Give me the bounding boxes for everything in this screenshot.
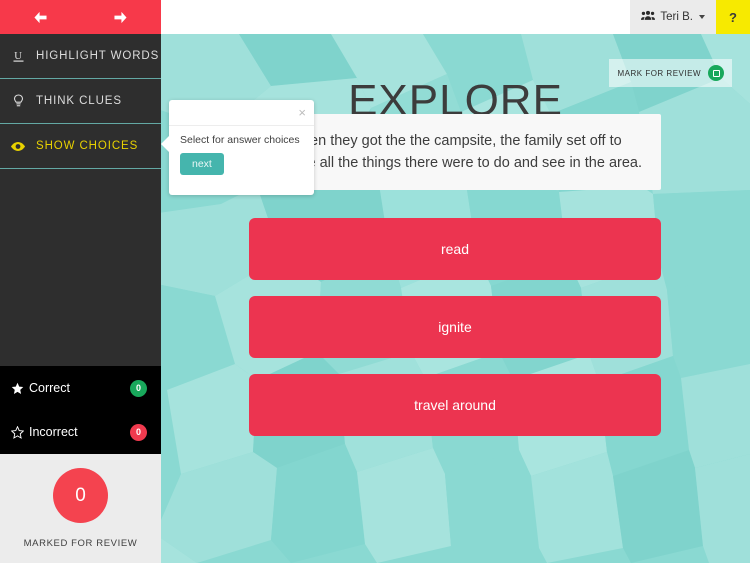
popover-text: Select for answer choices bbox=[180, 134, 300, 146]
sidebar: U HIGHLIGHT WORDS THINK CLUES SHOW CHOIC… bbox=[0, 0, 161, 563]
user-menu[interactable]: Teri B. bbox=[630, 0, 716, 34]
status-badge: 0 bbox=[130, 423, 147, 441]
app-root: U HIGHLIGHT WORDS THINK CLUES SHOW CHOIC… bbox=[0, 0, 750, 563]
sidebar-item-label: SHOW CHOICES bbox=[36, 140, 139, 152]
back-button[interactable] bbox=[0, 0, 81, 34]
arrow-left-icon bbox=[33, 11, 48, 24]
question-text: When they got the the campsite, the fami… bbox=[267, 132, 643, 171]
answer-choices: read ignite travel around bbox=[249, 218, 661, 436]
navigation-bar bbox=[0, 0, 161, 34]
score-stats: Correct 0 Incorrect 0 bbox=[0, 366, 161, 454]
answer-choice-travel-around[interactable]: travel around bbox=[249, 374, 661, 436]
star-filled-icon bbox=[11, 382, 29, 395]
chevron-down-icon bbox=[699, 15, 705, 19]
sidebar-item-highlight-words[interactable]: U HIGHLIGHT WORDS bbox=[0, 34, 161, 79]
status-badge: 0 bbox=[130, 379, 147, 397]
help-button[interactable]: ? bbox=[716, 0, 750, 34]
popover-header: × bbox=[169, 100, 314, 126]
sidebar-item-label: HIGHLIGHT WORDS bbox=[36, 50, 160, 62]
answer-choice-read[interactable]: read bbox=[249, 218, 661, 280]
popover-next-button[interactable]: next bbox=[180, 153, 224, 175]
stat-label: Correct bbox=[29, 381, 70, 395]
user-name: Teri B. bbox=[660, 11, 693, 23]
group-icon bbox=[641, 10, 656, 24]
stat-label: Incorrect bbox=[29, 425, 78, 439]
sidebar-item-think-clues[interactable]: THINK CLUES bbox=[0, 79, 161, 124]
sidebar-item-label: THINK CLUES bbox=[36, 95, 122, 107]
sidebar-item-show-choices[interactable]: SHOW CHOICES bbox=[0, 124, 161, 169]
svg-text:U: U bbox=[14, 50, 23, 62]
tool-list: U HIGHLIGHT WORDS THINK CLUES SHOW CHOIC… bbox=[0, 34, 161, 169]
lightbulb-icon bbox=[0, 93, 36, 109]
answer-choice-ignite[interactable]: ignite bbox=[249, 296, 661, 358]
underline-u-icon: U bbox=[0, 49, 36, 63]
marked-for-review-label: MARKED FOR REVIEW bbox=[23, 538, 138, 549]
popover-body: Select for answer choices next bbox=[169, 126, 314, 183]
hint-popover: × Select for answer choices next bbox=[161, 100, 314, 195]
star-outline-icon bbox=[11, 425, 29, 439]
arrow-right-icon bbox=[113, 11, 128, 24]
sidebar-empty-space bbox=[0, 169, 161, 366]
eye-icon bbox=[0, 141, 36, 152]
marked-for-review-count: 0 bbox=[53, 468, 108, 523]
stat-row-incorrect: Incorrect 0 bbox=[0, 410, 161, 454]
forward-button[interactable] bbox=[81, 0, 162, 34]
marked-for-review-panel: 0 MARKED FOR REVIEW bbox=[0, 454, 161, 563]
close-icon[interactable]: × bbox=[298, 106, 306, 119]
top-bar: Teri B. ? bbox=[161, 0, 750, 34]
stat-row-correct: Correct 0 bbox=[0, 366, 161, 410]
